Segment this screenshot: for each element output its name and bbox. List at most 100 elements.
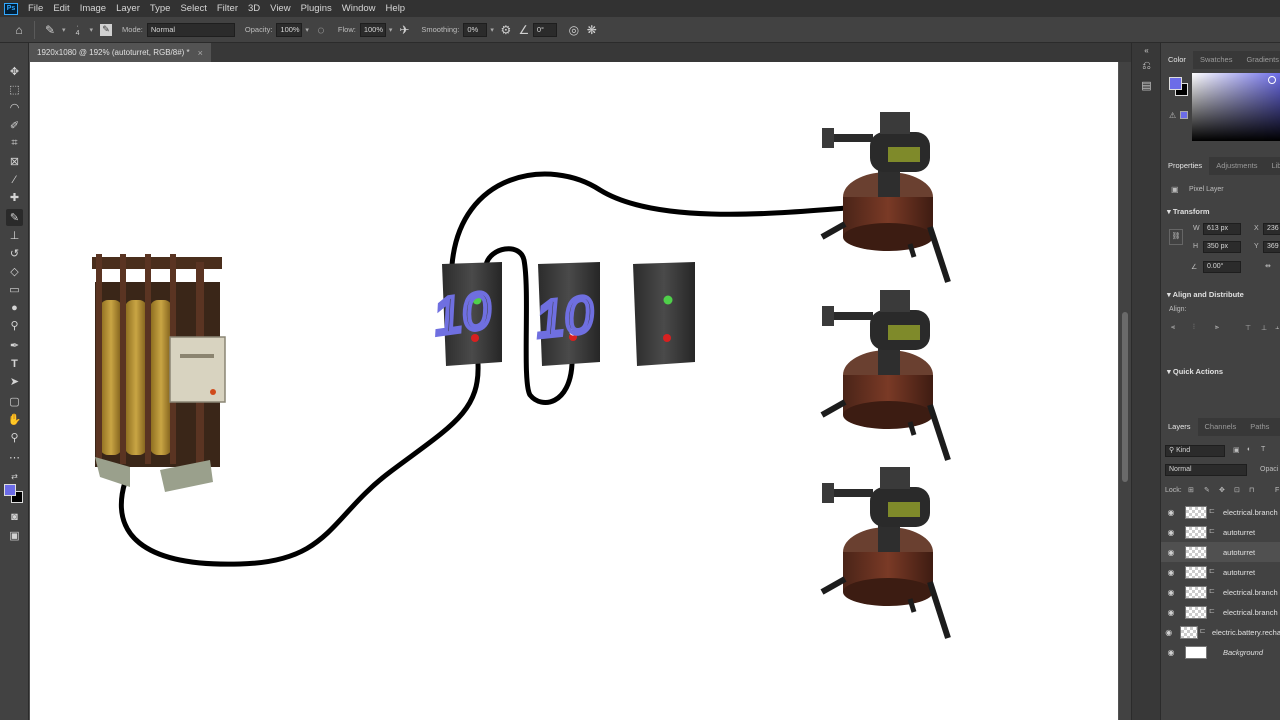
link-dimensions-icon[interactable]: ⛓: [1169, 229, 1183, 245]
history-brush-tool-icon[interactable]: ↺: [6, 245, 23, 262]
chevron-down-icon[interactable]: ▾: [389, 26, 393, 34]
menu-type[interactable]: Type: [146, 0, 177, 17]
smoothing-input[interactable]: 0%: [463, 22, 488, 37]
menu-file[interactable]: File: [24, 0, 49, 17]
width-input[interactable]: 613 px: [1203, 223, 1241, 235]
gamut-warning-icon[interactable]: ⚠: [1169, 111, 1176, 120]
swap-colors-icon[interactable]: ⇄: [6, 468, 23, 485]
chevron-down-icon[interactable]: ▾: [62, 26, 66, 34]
lock-transparent-icon[interactable]: ⊞: [1188, 486, 1194, 494]
lock-artboard-icon[interactable]: ⊡: [1234, 486, 1240, 494]
menu-image[interactable]: Image: [76, 0, 112, 17]
tab-swatches[interactable]: Swatches: [1193, 51, 1240, 69]
eye-icon[interactable]: ◉: [1161, 648, 1181, 657]
angle-input[interactable]: 0°: [532, 22, 557, 37]
eye-icon[interactable]: ◉: [1161, 548, 1181, 557]
filter-adjustment-icon[interactable]: ◐: [1247, 446, 1251, 453]
blend-mode-select[interactable]: Normal: [1165, 464, 1247, 476]
eye-icon[interactable]: ◉: [1161, 608, 1181, 617]
pressure-opacity-icon[interactable]: ◌: [312, 21, 330, 39]
menu-plugins[interactable]: Plugins: [297, 0, 338, 17]
scrollbar-thumb[interactable]: [1122, 312, 1128, 482]
hand-tool-icon[interactable]: ✋: [6, 411, 23, 428]
align-section[interactable]: ▾ Align and Distribute: [1167, 290, 1244, 299]
align-left-edges-icon[interactable]: ⫷: [1171, 324, 1175, 332]
layer-row[interactable]: ◉ ⊏ autoturret: [1161, 562, 1280, 582]
gear-icon[interactable]: ⚙: [497, 21, 515, 39]
quick-mask-icon[interactable]: ◙: [6, 508, 23, 525]
brush-size-picker[interactable]: · 4: [69, 21, 87, 39]
rectangle-tool-icon[interactable]: ▢: [6, 393, 23, 410]
web-safe-swatch-icon[interactable]: [1180, 111, 1188, 119]
menu-filter[interactable]: Filter: [213, 0, 244, 17]
chevron-down-icon[interactable]: ▾: [305, 26, 309, 34]
document-canvas[interactable]: 10 10: [30, 62, 1118, 720]
tab-adjustments[interactable]: Adjustments: [1209, 157, 1264, 175]
layer-row[interactable]: ◉ ⊏ autoturret: [1161, 522, 1280, 542]
airbrush-icon[interactable]: ✈: [395, 21, 413, 39]
tab-color[interactable]: Color: [1161, 51, 1193, 69]
align-horizontal-centers-icon[interactable]: ⫶: [1193, 324, 1195, 332]
move-tool-icon[interactable]: ✥: [6, 63, 23, 80]
rotation-input[interactable]: 0.00°: [1203, 261, 1241, 273]
path-select-tool-icon[interactable]: ➤: [6, 373, 23, 390]
align-vertical-centers-icon[interactable]: ⊥: [1261, 324, 1267, 332]
layer-row[interactable]: ◉ ⊏ electrical.branch: [1161, 602, 1280, 622]
menu-select[interactable]: Select: [176, 0, 212, 17]
align-top-edges-icon[interactable]: ⊤: [1245, 324, 1251, 332]
opacity-input[interactable]: 100%: [276, 22, 303, 37]
history-panel-icon[interactable]: ⎌: [1139, 59, 1154, 74]
menu-window[interactable]: Window: [338, 0, 382, 17]
filter-type-icon[interactable]: T: [1261, 446, 1265, 453]
canvas-vertical-scrollbar[interactable]: [1119, 62, 1131, 720]
flip-horizontal-icon[interactable]: ⇹: [1265, 262, 1271, 270]
pen-tool-icon[interactable]: ✒: [6, 337, 23, 354]
color-picker-field[interactable]: [1192, 73, 1280, 141]
brush-preset-icon[interactable]: ✎: [41, 21, 59, 39]
symmetry-icon[interactable]: ❋: [583, 21, 601, 39]
clone-stamp-tool-icon[interactable]: ⊥: [6, 227, 23, 244]
healing-brush-tool-icon[interactable]: ✚: [6, 189, 23, 206]
tab-libraries[interactable]: Libr: [1264, 157, 1280, 175]
lock-all-icon[interactable]: ⊓: [1249, 486, 1254, 494]
layer-row[interactable]: ◉ Background: [1161, 642, 1280, 662]
eyedropper-tool-icon[interactable]: ⁄: [6, 171, 23, 188]
home-icon[interactable]: ⌂: [10, 21, 28, 39]
lasso-tool-icon[interactable]: ◠: [6, 99, 23, 116]
transform-section[interactable]: ▾ Transform: [1167, 207, 1210, 216]
zoom-tool-icon[interactable]: ⚲: [6, 429, 23, 446]
menu-edit[interactable]: Edit: [49, 0, 75, 17]
eraser-tool-icon[interactable]: ◇: [6, 263, 23, 280]
tab-layers[interactable]: Layers: [1161, 418, 1198, 436]
color-panel-foreground-swatch[interactable]: [1169, 77, 1182, 90]
tab-channels[interactable]: Channels: [1198, 418, 1244, 436]
brush-settings-icon[interactable]: ✎: [100, 23, 113, 36]
layer-filter-select[interactable]: ⚲ Kind: [1165, 445, 1225, 457]
marquee-tool-icon[interactable]: ⬚: [6, 81, 23, 98]
layer-row[interactable]: ◉ ⊏ electric.battery.recha: [1161, 622, 1280, 642]
tab-gradients[interactable]: Gradients: [1239, 51, 1280, 69]
tab-paths[interactable]: Paths: [1243, 418, 1276, 436]
type-tool-icon[interactable]: T: [6, 355, 23, 372]
height-input[interactable]: 350 px: [1203, 241, 1241, 253]
menu-view[interactable]: View: [266, 0, 296, 17]
brush-tool-icon[interactable]: ✎: [6, 209, 23, 226]
tab-properties[interactable]: Properties: [1161, 157, 1210, 175]
mode-select[interactable]: Normal: [146, 22, 235, 37]
eye-icon[interactable]: ◉: [1161, 508, 1181, 517]
gradient-tool-icon[interactable]: ▭: [6, 281, 23, 298]
crop-tool-icon[interactable]: ⌗: [6, 135, 23, 152]
x-input[interactable]: 236 p: [1263, 223, 1280, 235]
layer-row[interactable]: ◉ ⊏ electrical.branch: [1161, 582, 1280, 602]
eye-icon[interactable]: ◉: [1161, 628, 1176, 637]
collapse-panels-icon[interactable]: «: [1139, 43, 1154, 58]
eye-icon[interactable]: ◉: [1161, 588, 1181, 597]
more-tools-icon[interactable]: ⋯: [6, 449, 23, 466]
menu-help[interactable]: Help: [382, 0, 412, 17]
chevron-down-icon[interactable]: ▾: [490, 26, 494, 34]
flow-input[interactable]: 100%: [359, 22, 386, 37]
y-input[interactable]: 369 p: [1263, 241, 1280, 253]
screen-mode-icon[interactable]: ▣: [6, 527, 23, 544]
menu-layer[interactable]: Layer: [112, 0, 146, 17]
lock-position-icon[interactable]: ✥: [1219, 486, 1225, 494]
